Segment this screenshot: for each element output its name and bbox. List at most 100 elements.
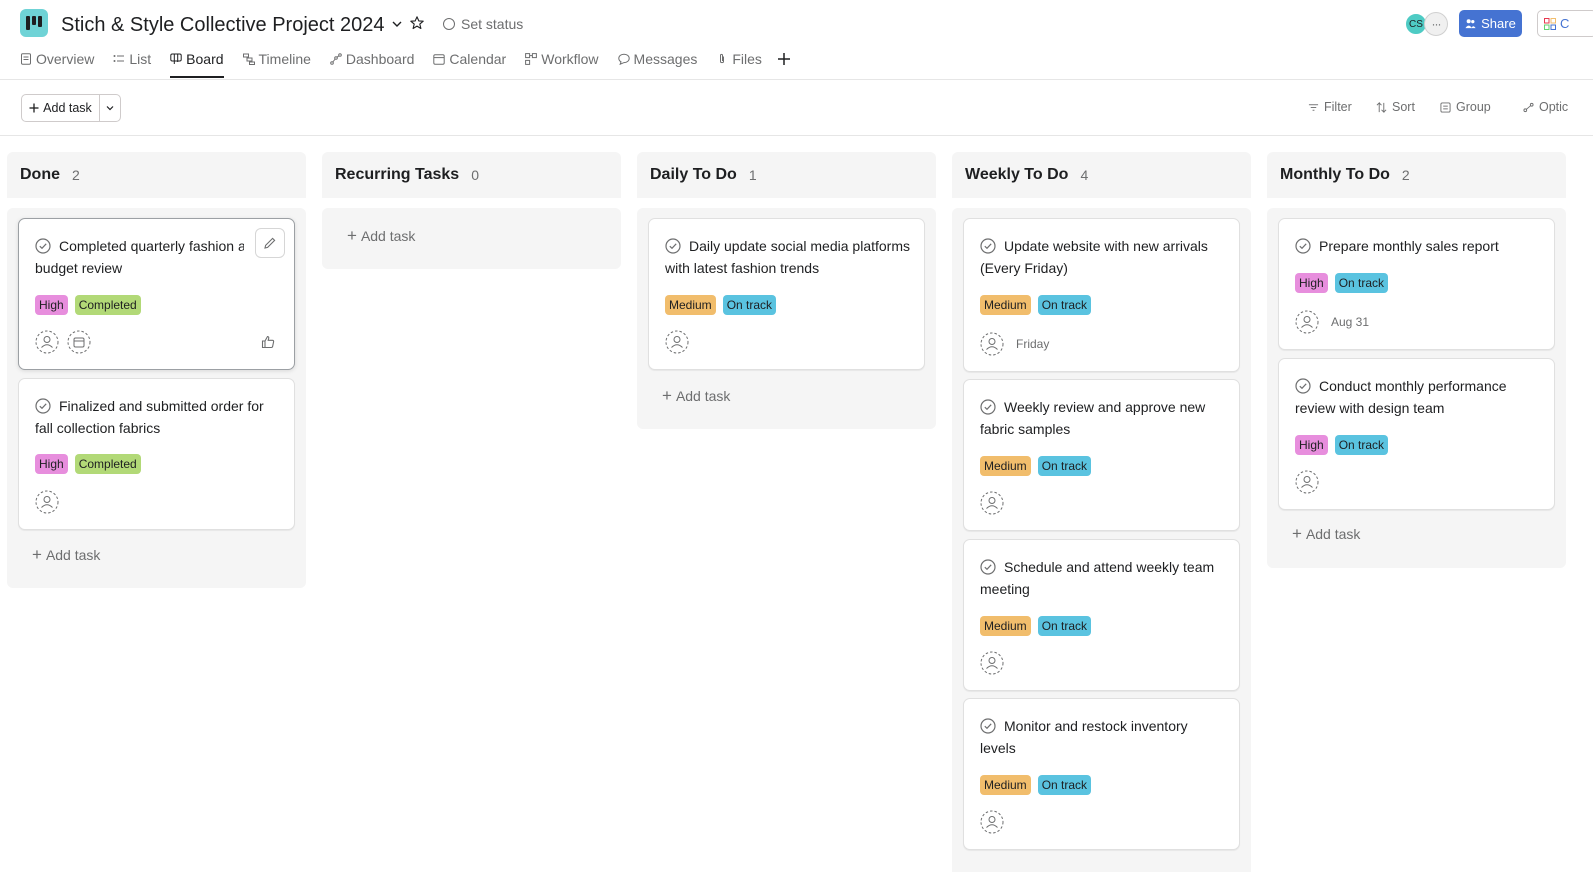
column-count: 0 [471,167,479,183]
priority-tag[interactable]: High [1295,273,1328,293]
status-tag[interactable]: On track [1334,435,1389,455]
column-title: Monthly To Do [1280,166,1390,183]
add-task-button[interactable]: + Add task [32,546,100,563]
assignee-icon[interactable] [980,332,1004,356]
tab-calendar[interactable]: Calendar [433,50,506,68]
assignee-icon[interactable] [665,330,689,354]
priority-tag[interactable]: Medium [980,775,1031,795]
project-board-icon[interactable] [20,9,48,37]
star-icon[interactable] [409,15,425,31]
add-task-button[interactable]: + Add task [347,227,416,244]
dashboard-icon [330,53,342,65]
assignee-icon[interactable] [1295,470,1319,494]
task-card[interactable]: Finalized and submitted order for fall c… [18,378,295,530]
status-tag[interactable]: On track [1037,295,1092,315]
task-title: Update website with new arrivals (Every … [980,238,1208,276]
group-button[interactable]: Group [1440,100,1491,114]
options-button[interactable]: Optic [1523,100,1568,114]
tab-messages[interactable]: Messages [617,50,697,68]
assignee-icon[interactable] [1295,310,1319,334]
column-title: Done [20,166,60,183]
column-header-recurring[interactable]: Recurring Tasks 0 [322,152,621,198]
task-tags: Medium On track [980,295,1092,315]
add-task-label: Add task [360,228,416,244]
more-members-icon[interactable]: ··· [1424,12,1448,36]
task-card[interactable]: Monitor and restock inventory levels Med… [963,698,1240,850]
assignee-icon[interactable] [35,490,59,514]
customize-button[interactable]: C [1537,10,1593,37]
task-card[interactable]: Daily update social media platforms with… [648,218,925,370]
edit-button[interactable] [255,228,285,258]
thumbs-up-icon[interactable] [261,335,275,349]
calendar-icon[interactable] [67,330,91,354]
filter-icon [1308,103,1319,111]
tab-list[interactable]: List [113,50,151,68]
priority-tag[interactable]: High [35,295,68,315]
column-header-daily[interactable]: Daily To Do 1 [637,152,936,198]
options-label: Optic [1539,100,1569,114]
set-status-button[interactable]: Set status [443,15,523,33]
priority-tag[interactable]: High [35,454,68,474]
priority-tag[interactable]: High [1295,435,1328,455]
project-header: Stich & Style Collective Project 2024 Se… [0,0,1593,80]
column-header-weekly[interactable]: Weekly To Do 4 [952,152,1251,198]
add-task-label: Add task [1305,526,1361,542]
status-tag[interactable]: On track [1037,775,1092,795]
assignee-icon[interactable] [980,810,1004,834]
filter-button[interactable]: Filter [1308,100,1352,114]
overview-icon [21,53,31,65]
sort-label: Sort [1392,100,1415,114]
status-tag[interactable]: On track [722,295,777,315]
sort-icon [1376,101,1387,113]
column-count: 1 [748,167,757,183]
assignee-icon[interactable] [980,491,1004,515]
column-header-done[interactable]: Done 2 [7,152,306,198]
task-card[interactable]: Update website with new arrivals (Every … [963,218,1240,372]
priority-tag[interactable]: Medium [980,295,1031,315]
task-card[interactable]: Prepare monthly sales report High On tra… [1278,218,1555,350]
people-icon [1465,19,1476,29]
priority-tag[interactable]: Medium [665,295,716,315]
status-tag[interactable]: On track [1334,273,1389,293]
task-tags: Medium On track [980,456,1092,476]
chevron-down-icon [106,106,114,111]
task-card[interactable]: Schedule and attend weekly team meeting … [963,539,1240,691]
tab-label: Board [186,51,224,67]
tab-timeline[interactable]: Timeline [242,50,311,68]
filter-label: Filter [1324,100,1352,114]
due-date[interactable]: Aug 31 [1331,314,1369,330]
tab-board[interactable]: Board [170,50,224,78]
tab-files[interactable]: Files [716,50,762,68]
column-monthly: Prepare monthly sales report High On tra… [1267,208,1566,568]
add-task-button[interactable]: Add task [22,95,100,121]
share-label: Share [1481,16,1516,31]
task-card[interactable]: Completed quarterly fashion asset budget… [18,218,295,370]
tab-dashboard[interactable]: Dashboard [330,50,414,68]
priority-tag[interactable]: Medium [980,456,1031,476]
add-task-label: Add task [43,101,92,115]
status-tag[interactable]: Completed [74,454,141,474]
share-button[interactable]: Share [1459,10,1522,37]
task-card[interactable]: Conduct monthly performance review with … [1278,358,1555,510]
status-tag[interactable]: Completed [74,295,141,315]
tab-overview[interactable]: Overview [20,50,94,68]
status-tag[interactable]: On track [1037,456,1092,476]
column-header-monthly[interactable]: Monthly To Do 2 [1267,152,1566,198]
add-task-dropdown[interactable] [100,95,120,121]
assignee-icon[interactable] [980,651,1004,675]
chevron-down-icon[interactable] [389,16,405,32]
sort-button[interactable]: Sort [1376,100,1415,114]
attachment-icon [720,53,725,64]
assignee-icon[interactable] [35,330,59,354]
due-date[interactable]: Friday [1016,336,1049,352]
calendar-icon [433,54,446,65]
task-card[interactable]: Weekly review and approve new fabric sam… [963,379,1240,531]
project-title[interactable]: Stich & Style Collective Project 2024 [61,12,385,38]
add-task-button[interactable]: + Add task [1292,525,1361,542]
tab-workflow[interactable]: Workflow [525,50,599,68]
task-tags: Medium On track [665,295,777,315]
priority-tag[interactable]: Medium [980,616,1031,636]
add-tab-icon[interactable] [776,51,792,67]
status-tag[interactable]: On track [1037,616,1092,636]
add-task-button[interactable]: + Add task [662,387,730,404]
